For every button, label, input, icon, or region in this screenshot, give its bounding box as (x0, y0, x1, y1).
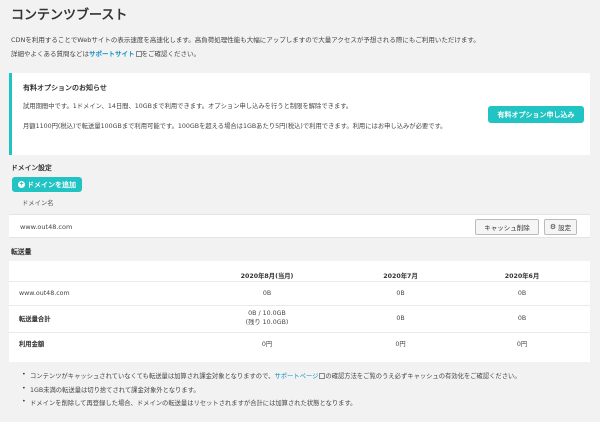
traffic-header-aug: 2020年8月(当月) (240, 273, 294, 281)
table-row: 転送量合計 0B / 10.0GB (残り 10.0GB) 0B 0B (9, 304, 590, 332)
notice-trial-text: 試用期間中です。1ドメイン、14日間、10GBまで利用できます。オプション申し込… (23, 103, 353, 110)
domain-settings-label: ドメイン設定 (11, 164, 52, 172)
page-title: コンテンツブースト (11, 8, 128, 23)
traffic-cell: 0B (347, 304, 454, 332)
traffic-header-jun: 2020年6月 (504, 273, 540, 281)
domain-settings-button[interactable]: ⚙ 設定 (544, 219, 577, 235)
note-item: ドメインを削除して再登録した場合、ドメインの転送量はリセットされますが合計には加… (22, 398, 521, 407)
notice-title: 有料オプションのお知らせ (23, 84, 107, 92)
traffic-table: 2020年8月(当月) 2020年7月 2020年6月 www.out48.co… (9, 261, 590, 362)
traffic-label: 転送量 (11, 248, 32, 256)
support-line: 詳細やよくある質問などはサポートサイト をご確認ください。 (11, 48, 200, 58)
traffic-cell: 0B (454, 280, 590, 305)
external-link-icon (319, 373, 326, 379)
support-line-suffix: をご確認ください。 (141, 50, 201, 58)
traffic-cell: 0B (347, 280, 454, 305)
traffic-total-cell: 0B / 10.0GB (残り 10.0GB) (187, 304, 347, 332)
domain-column-header: ドメイン名 (22, 200, 54, 207)
traffic-header-blank (9, 261, 187, 281)
note-item: 1GB未満の転送量は切り捨てされて課金対象外となります。 (22, 385, 521, 394)
note1-prefix: コンテンツがキャッシュされていなくても転送量は加算され課金対象となりますので、 (30, 373, 275, 380)
page-description: CDNを利用することでWebサイトの表示速度を高速化します。高負荷処理性能も大幅… (11, 36, 480, 44)
table-row: 利用金額 0円 0円 0円 (9, 331, 590, 354)
support-page-link[interactable]: サポートページ (274, 373, 318, 380)
support-site-link[interactable]: サポートサイト (89, 50, 135, 58)
traffic-total-usage: 0B / 10.0GB (248, 310, 286, 317)
traffic-header-jul: 2020年7月 (383, 273, 418, 281)
traffic-header-row: 2020年8月(当月) 2020年7月 2020年6月 (9, 261, 590, 281)
traffic-cell: 0円 (347, 331, 454, 354)
domain-settings-label: 設定 (558, 224, 572, 232)
plus-circle-icon: + (18, 181, 25, 188)
traffic-cell: 0B (187, 280, 347, 305)
traffic-cell: 0円 (454, 331, 590, 354)
note1-suffix: の確認方法をご覧のうえ必ずキャッシュの有効化をご確認ください。 (325, 373, 521, 380)
traffic-row-label: www.out48.com (9, 280, 187, 305)
notice-pricing-text: 月額1100円(税込)で転送量100GBまで利用可能です。100GBを超える場合… (23, 123, 447, 130)
external-link-icon (135, 51, 142, 57)
paid-option-notice: 有料オプションのお知らせ 試用期間中です。1ドメイン、14日間、10GBまで利用… (9, 73, 590, 155)
apply-paid-option-button[interactable]: 有料オプション申し込み (488, 106, 584, 123)
clear-cache-button[interactable]: キャッシュ削除 (475, 219, 539, 235)
notes-list: コンテンツがキャッシュされていなくても転送量は加算され課金対象となりますので、サ… (22, 371, 521, 412)
table-row: www.out48.com 0B 0B 0B (9, 280, 590, 305)
domain-name: www.out48.com (20, 223, 73, 231)
note-item: コンテンツがキャッシュされていなくても転送量は加算され課金対象となりますので、サ… (22, 371, 521, 380)
gear-icon: ⚙ (549, 223, 557, 231)
domain-row: www.out48.com キャッシュ削除 ⚙ 設定 (9, 214, 590, 238)
traffic-row-label: 転送量合計 (9, 304, 187, 332)
traffic-cell: 0B (454, 304, 590, 332)
support-line-prefix: 詳細やよくある質問などは (11, 50, 89, 58)
traffic-row-label: 利用金額 (9, 331, 187, 354)
traffic-total-remaining: (残り 10.0GB) (245, 318, 289, 326)
add-domain-label: ドメインを追加 (27, 181, 76, 189)
add-domain-button[interactable]: + ドメインを追加 (12, 177, 82, 192)
traffic-cell: 0円 (187, 331, 347, 354)
